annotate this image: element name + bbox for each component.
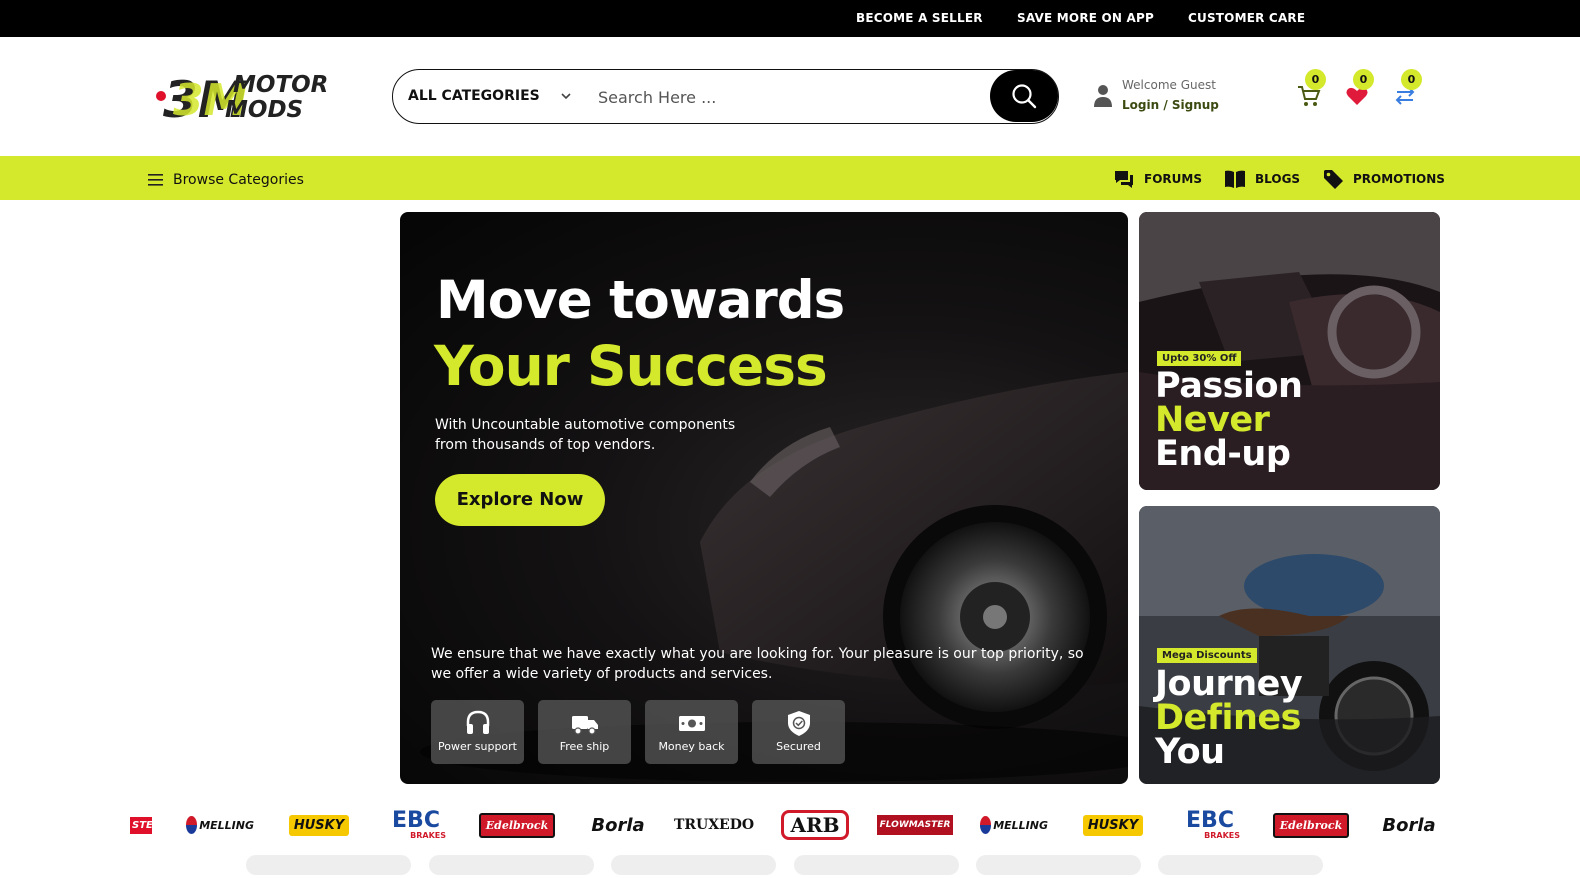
brand-logo[interactable]: Edelbrock [1272,809,1350,841]
shield-icon [788,711,810,736]
browse-categories-button[interactable]: Browse Categories [148,172,304,188]
logo-line2: MODS [225,97,303,122]
category-pill[interactable] [794,855,959,875]
brand-logo[interactable]: HUSKY [288,809,350,841]
feature-power-support: Power support [431,700,524,764]
book-icon [1225,170,1245,188]
category-pill[interactable] [611,855,776,875]
category-pill[interactable] [429,855,594,875]
wishlist-count-badge: 0 [1353,69,1374,90]
menu-icon [148,174,163,186]
brand-logo[interactable]: Borla [1378,809,1440,841]
chevron-down-icon[interactable] [559,89,573,103]
nav-blogs[interactable]: BLOGS [1224,169,1304,189]
user-icon[interactable] [1093,84,1113,108]
become-seller-link[interactable]: BECOME A SELLER [856,11,983,25]
nav-forums[interactable]: FORUMS [1113,169,1203,189]
hero-subtitle: With Uncountable automotive components f… [435,417,736,453]
hero-title-line1: Move towards [436,270,845,331]
login-signup-link[interactable]: Login / Signup [1122,98,1219,112]
feature-label: Power support [438,740,517,753]
feature-money-back: Money back [645,700,738,764]
brand-logo[interactable]: ARB [779,809,851,841]
banner-line3: End-up [1155,434,1291,474]
brand-logo[interactable]: EBC BRAKES [386,809,446,841]
nav-promotions-label: PROMOTIONS [1353,172,1445,186]
compare-count-badge: 0 [1401,69,1422,90]
welcome-text: Welcome Guest [1122,78,1216,92]
category-select[interactable]: ALL CATEGORIES [408,88,540,104]
money-icon [679,716,705,731]
hero-title-line2: Your Success [434,334,828,398]
feature-label: Secured [776,740,821,753]
brand-logo[interactable]: Edelbrock [478,809,556,841]
search-bar: ALL CATEGORIES [392,69,1059,124]
brand-logo[interactable]: EBC BRAKES [1180,809,1240,841]
search-button[interactable] [990,70,1058,122]
brand-logo[interactable]: FLOWMASTER [876,809,954,841]
top-bar: BECOME A SELLER SAVE MORE ON APP CUSTOME… [0,0,1580,37]
brand-logo[interactable]: STER [130,809,152,841]
feature-label: Money back [658,740,725,753]
headphones-icon [466,710,490,734]
browse-categories-label: Browse Categories [173,172,304,188]
cart-count-badge: 0 [1305,69,1326,90]
brand-logo[interactable]: MELLING [186,809,254,841]
hero-description: We ensure that we have exactly what you … [431,646,1084,682]
banner-tag: Mega Discounts [1157,648,1257,663]
nav-promotions[interactable]: PROMOTIONS [1322,169,1445,189]
truck-icon [572,716,598,735]
feature-label: Free ship [559,740,610,753]
logo-icon: 3M 3M MOTOR MODS [156,71,328,129]
feature-free-ship: Free ship [538,700,631,764]
save-more-app-link[interactable]: SAVE MORE ON APP [1017,11,1154,25]
category-pill[interactable] [246,855,411,875]
feature-secured: Secured [752,700,845,764]
brand-logo[interactable]: HUSKY [1082,809,1144,841]
banner-tag: Upto 30% Off [1157,351,1242,366]
promo-banner-journey[interactable]: Mega Discounts Journey Defines You [1139,506,1440,784]
nav-forums-label: FORUMS [1144,172,1202,186]
category-pill[interactable] [976,855,1141,875]
customer-care-link[interactable]: CUSTOMER CARE [1188,11,1305,25]
brand-logo[interactable]: MELLING [980,809,1048,841]
category-nav-bar: Browse Categories FORUMS BLOGS PROMOTION… [0,156,1580,200]
search-input[interactable] [598,84,978,110]
search-icon [1012,84,1037,109]
brand-logo[interactable]: TRUXEDO [674,809,754,841]
nav-blogs-label: BLOGS [1255,172,1301,186]
logo-line1: MOTOR [233,72,328,98]
site-logo[interactable]: 3M 3M MOTOR MODS [155,68,345,129]
brand-logo[interactable]: Borla [585,809,651,841]
category-pill[interactable] [1158,855,1323,875]
explore-now-button[interactable]: Explore Now [435,474,605,526]
hero-banner: Move towards Your Success With Uncountab… [400,212,1128,784]
promo-banner-passion[interactable]: Upto 30% Off Passion Never End-up [1139,212,1440,490]
tag-icon [1324,170,1343,189]
chat-icon [1115,171,1133,188]
banner-line3: You [1155,732,1225,772]
